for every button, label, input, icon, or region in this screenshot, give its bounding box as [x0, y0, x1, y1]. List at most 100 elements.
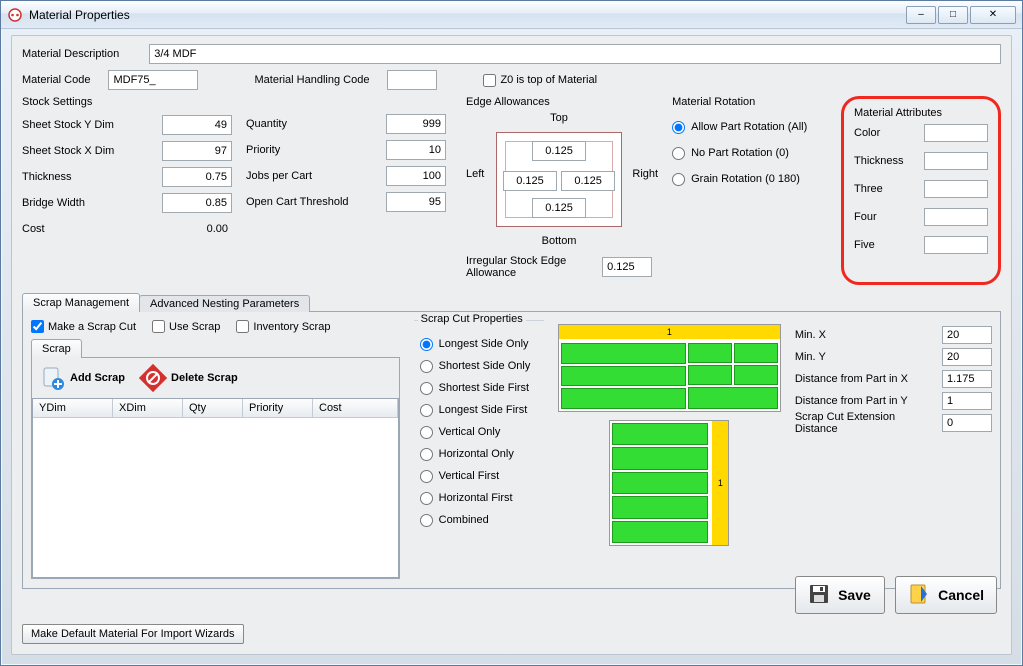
scrap-sub-tab[interactable]: Scrap	[31, 339, 82, 358]
shortest-side-first-radio[interactable]: Shortest Side First	[420, 377, 538, 399]
quantity-label: Quantity	[246, 118, 287, 130]
allow-part-rotation-radio[interactable]: Allow Part Rotation (All)	[672, 116, 821, 138]
tab-scrap-management[interactable]: Scrap Management	[22, 293, 140, 312]
longest-side-first-radio[interactable]: Longest Side First	[420, 399, 538, 421]
col-ydim: YDim	[33, 399, 113, 417]
sheet-x-input[interactable]	[162, 141, 232, 161]
horizontal-first-radio[interactable]: Horizontal First	[420, 487, 538, 509]
add-scrap-icon[interactable]	[38, 364, 66, 392]
priority-input[interactable]	[386, 140, 446, 160]
sheet-x-label: Sheet Stock X Dim	[22, 145, 114, 157]
min-x-input[interactable]	[942, 326, 992, 344]
scrap-cut-properties-label: Scrap Cut Properties	[418, 313, 526, 325]
material-code-label: Material Code	[22, 74, 90, 86]
make-scrap-cut-checkbox[interactable]: Make a Scrap Cut	[31, 320, 136, 333]
attr-thickness-input[interactable]	[924, 152, 988, 170]
attr-thickness-label: Thickness	[854, 155, 904, 167]
longest-side-only-radio[interactable]: Longest Side Only	[420, 333, 538, 355]
attr-five-label: Five	[854, 239, 875, 251]
dist-y-label: Distance from Part in Y	[795, 395, 908, 407]
material-attributes-box: Material Attributes Color Thickness Thre…	[841, 96, 1001, 285]
scrap-grid[interactable]: YDim XDim Qty Priority Cost	[32, 398, 399, 578]
minimize-button[interactable]: –	[906, 6, 936, 24]
floppy-icon	[808, 583, 830, 608]
sheet-y-input[interactable]	[162, 115, 232, 135]
vertical-first-radio[interactable]: Vertical First	[420, 465, 538, 487]
grain-rotation-radio[interactable]: Grain Rotation (0 180)	[672, 168, 821, 190]
edge-allowances-column: Edge Allowances Top Left Right Bottom Ir	[466, 96, 652, 285]
edge-top-input[interactable]	[532, 141, 586, 161]
scrap-ext-input[interactable]	[942, 414, 992, 432]
vertical-only-radio[interactable]: Vertical Only	[420, 421, 538, 443]
material-description-label: Material Description	[22, 48, 119, 60]
edge-bottom-input[interactable]	[532, 198, 586, 218]
edge-right-input[interactable]	[561, 171, 615, 191]
material-rotation-label: Material Rotation	[672, 96, 821, 108]
attr-color-input[interactable]	[924, 124, 988, 142]
dist-x-input[interactable]	[942, 370, 992, 388]
attr-three-label: Three	[854, 183, 883, 195]
horizontal-only-radio[interactable]: Horizontal Only	[420, 443, 538, 465]
scrap-grid-header: YDim XDim Qty Priority Cost	[33, 399, 398, 418]
stock-settings-label: Stock Settings	[22, 96, 232, 108]
attr-four-input[interactable]	[924, 208, 988, 226]
close-button[interactable]: ✕	[970, 6, 1016, 24]
irregular-edge-input[interactable]	[602, 257, 652, 277]
delete-scrap-label: Delete Scrap	[171, 372, 238, 384]
edge-bottom-label: Bottom	[466, 235, 652, 247]
col-qty: Qty	[183, 399, 243, 417]
no-part-rotation-radio[interactable]: No Part Rotation (0)	[672, 142, 821, 164]
stock-settings-column: Stock Settings Sheet Stock Y Dim Sheet S…	[22, 96, 232, 285]
edge-top-label: Top	[466, 112, 652, 124]
jobs-per-cart-label: Jobs per Cart	[246, 170, 312, 182]
delete-scrap-icon[interactable]	[139, 364, 167, 392]
attr-four-label: Four	[854, 211, 877, 223]
edge-left-label: Left	[466, 168, 484, 180]
edge-left-input[interactable]	[503, 171, 557, 191]
min-y-input[interactable]	[942, 348, 992, 366]
content-panel: Material Description Material Code Mater…	[11, 35, 1012, 655]
irregular-edge-label: Irregular Stock Edge Allowance	[466, 255, 596, 279]
bridge-width-input[interactable]	[162, 193, 232, 213]
material-rotation-column: Material Rotation Allow Part Rotation (A…	[672, 96, 821, 285]
cost-input[interactable]	[162, 219, 232, 239]
make-default-button[interactable]: Make Default Material For Import Wizards	[22, 624, 244, 644]
edge-diagram	[496, 132, 622, 227]
scrap-metrics-column: Min. X Min. Y Distance from Part in X Di…	[795, 320, 992, 580]
save-button[interactable]: Save	[795, 576, 885, 614]
attr-color-label: Color	[854, 127, 880, 139]
cancel-button[interactable]: Cancel	[895, 576, 997, 614]
jobs-per-cart-input[interactable]	[386, 166, 446, 186]
material-code-input[interactable]	[108, 70, 198, 90]
inventory-scrap-checkbox[interactable]: Inventory Scrap	[236, 320, 330, 333]
material-attributes-label: Material Attributes	[854, 107, 942, 119]
add-scrap-label: Add Scrap	[70, 372, 125, 384]
material-handling-code-input[interactable]	[387, 70, 437, 90]
scrap-ext-label: Scrap Cut Extension Distance	[795, 411, 936, 435]
material-description-input[interactable]	[149, 44, 1001, 64]
scrap-cut-properties: Scrap Cut Properties Longest Side Only S…	[414, 320, 544, 580]
cost-label: Cost	[22, 223, 45, 235]
attr-five-input[interactable]	[924, 236, 988, 254]
combined-radio[interactable]: Combined	[420, 509, 538, 531]
col-xdim: XDim	[113, 399, 183, 417]
quantity-input[interactable]	[386, 114, 446, 134]
col-cost: Cost	[313, 399, 398, 417]
maximize-button[interactable]: □	[938, 6, 968, 24]
col-priority: Priority	[243, 399, 313, 417]
cancel-icon	[908, 583, 930, 608]
attr-three-input[interactable]	[924, 180, 988, 198]
app-icon	[7, 7, 23, 23]
tabs: Scrap Management Advanced Nesting Parame…	[22, 293, 1001, 590]
z0-top-checkbox[interactable]: Z0 is top of Material	[483, 74, 597, 87]
thickness-input[interactable]	[162, 167, 232, 187]
nesting-diagram-top: 1	[558, 324, 781, 412]
edge-right-label: Right	[632, 168, 658, 180]
use-scrap-checkbox[interactable]: Use Scrap	[152, 320, 220, 333]
open-cart-threshold-input[interactable]	[386, 192, 446, 212]
min-y-label: Min. Y	[795, 351, 826, 363]
material-handling-code-label: Material Handling Code	[254, 74, 369, 86]
dist-y-input[interactable]	[942, 392, 992, 410]
tab-advanced-nesting[interactable]: Advanced Nesting Parameters	[139, 295, 310, 312]
shortest-side-only-radio[interactable]: Shortest Side Only	[420, 355, 538, 377]
